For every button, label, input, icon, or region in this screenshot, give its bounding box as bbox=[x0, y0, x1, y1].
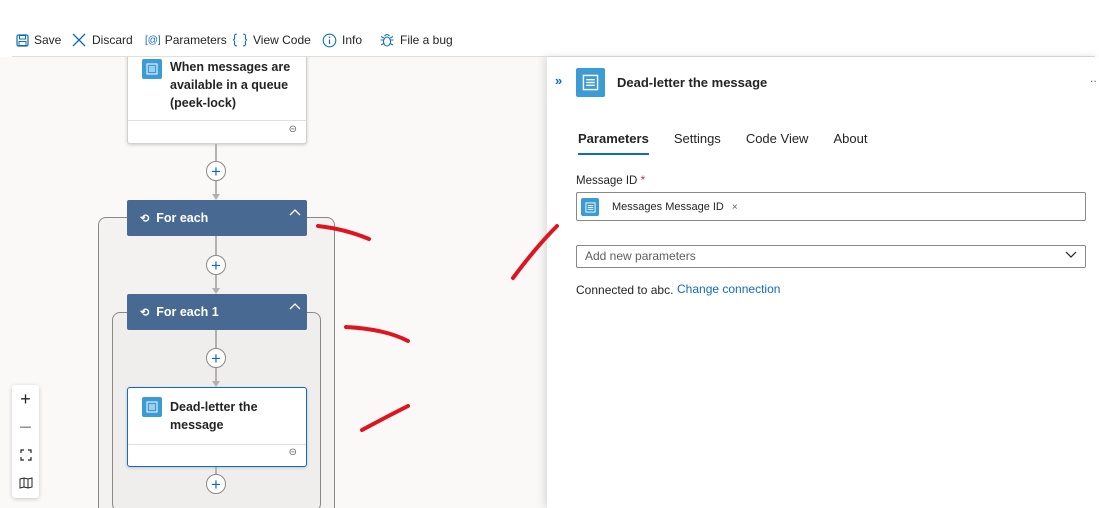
minimap-button[interactable] bbox=[12, 469, 39, 497]
foreach1-title: For each 1 bbox=[156, 305, 219, 319]
service-bus-icon bbox=[576, 68, 605, 97]
message-id-label: Message ID * bbox=[576, 175, 645, 187]
zoom-out-button[interactable]: — bbox=[12, 413, 39, 441]
connection-link-icon: ⊝ bbox=[288, 447, 297, 458]
fit-view-button[interactable] bbox=[12, 441, 39, 469]
service-bus-icon bbox=[142, 397, 162, 417]
tab-code-view[interactable]: Code View bbox=[746, 131, 809, 155]
chevron-up-icon[interactable] bbox=[289, 208, 301, 216]
add-step-button[interactable]: + bbox=[206, 348, 226, 368]
fit-view-icon bbox=[19, 449, 32, 461]
dynamic-content-token[interactable]: Messages Message ID × bbox=[581, 197, 738, 217]
card-divider bbox=[128, 444, 306, 445]
remove-token-icon[interactable]: × bbox=[732, 202, 738, 213]
discard-button[interactable]: Discard bbox=[71, 30, 133, 50]
view-code-button[interactable]: View Code bbox=[232, 30, 311, 50]
connection-status: Connected to abc. bbox=[576, 283, 674, 297]
bug-icon bbox=[380, 34, 394, 47]
message-id-input[interactable]: Messages Message ID × bbox=[576, 192, 1086, 221]
add-parameters-placeholder: Add new parameters bbox=[585, 249, 696, 263]
tab-about[interactable]: About bbox=[833, 131, 867, 155]
action-details-panel: » Dead-letter the message .. Parameters … bbox=[547, 57, 1099, 508]
tab-parameters[interactable]: Parameters bbox=[578, 131, 649, 155]
parameters-button[interactable]: [@] Parameters bbox=[145, 30, 227, 50]
plus-icon: + bbox=[211, 255, 221, 275]
service-bus-icon bbox=[142, 59, 162, 79]
panel-title: Dead-letter the message bbox=[617, 75, 768, 90]
panel-tabs: Parameters Settings Code View About bbox=[578, 131, 892, 155]
chevron-up-icon[interactable] bbox=[289, 302, 301, 310]
trigger-title: When messages are available in a queue (… bbox=[170, 60, 291, 110]
close-icon bbox=[72, 33, 86, 47]
deadletter-card[interactable]: Dead-letter the message ⊝ bbox=[127, 387, 307, 467]
change-connection-link[interactable]: Change connection bbox=[677, 282, 780, 296]
foreach1-header[interactable]: ⟲ For each 1 bbox=[127, 294, 307, 330]
connection-link-icon: ⊝ bbox=[288, 124, 297, 135]
save-label: Save bbox=[34, 33, 62, 47]
info-label: Info bbox=[342, 33, 363, 47]
info-button[interactable]: Info bbox=[322, 30, 362, 50]
save-icon bbox=[16, 33, 29, 47]
view-code-label: View Code bbox=[253, 33, 311, 47]
foreach-title: For each bbox=[156, 211, 209, 225]
zoom-out-icon: — bbox=[20, 421, 31, 433]
chevron-down-icon bbox=[1065, 251, 1077, 258]
zoom-in-icon: + bbox=[20, 388, 31, 409]
save-button[interactable]: Save bbox=[16, 30, 61, 50]
zoom-controls: + — bbox=[12, 385, 39, 498]
loop-icon: ⟲ bbox=[140, 306, 150, 319]
more-options-icon[interactable]: .. bbox=[1090, 71, 1097, 85]
deadletter-title: Dead-letter the message bbox=[170, 400, 258, 432]
add-parameters-dropdown[interactable]: Add new parameters bbox=[576, 245, 1086, 268]
parameters-icon: [@] bbox=[145, 34, 161, 46]
info-icon bbox=[322, 33, 337, 47]
plus-icon: + bbox=[211, 474, 221, 494]
zoom-in-button[interactable]: + bbox=[12, 385, 39, 413]
add-step-button[interactable]: + bbox=[206, 161, 226, 181]
file-bug-button[interactable]: File a bug bbox=[379, 30, 453, 50]
designer-canvas[interactable]: When messages are available in a queue (… bbox=[0, 57, 547, 508]
tab-settings[interactable]: Settings bbox=[674, 131, 721, 155]
map-icon bbox=[19, 477, 32, 489]
required-marker: * bbox=[640, 175, 646, 187]
collapse-panel-icon[interactable]: » bbox=[555, 73, 562, 88]
token-label: Messages Message ID bbox=[612, 201, 724, 213]
message-id-label-text: Message ID bbox=[576, 175, 638, 187]
add-step-button[interactable]: + bbox=[206, 474, 226, 494]
file-bug-label: File a bug bbox=[400, 33, 453, 47]
parameters-label: Parameters bbox=[164, 33, 227, 47]
braces-icon bbox=[232, 33, 248, 47]
plus-icon: + bbox=[211, 161, 221, 181]
discard-label: Discard bbox=[92, 33, 133, 47]
add-step-button[interactable]: + bbox=[206, 255, 226, 275]
service-bus-icon bbox=[581, 198, 599, 216]
designer-toolbar: Save Discard [@] Parameters View Code In… bbox=[0, 0, 1099, 57]
plus-icon: + bbox=[211, 348, 221, 368]
trigger-card[interactable]: When messages are available in a queue (… bbox=[127, 57, 307, 144]
foreach-header[interactable]: ⟲ For each bbox=[127, 200, 307, 236]
card-divider bbox=[128, 120, 306, 121]
loop-icon: ⟲ bbox=[140, 212, 150, 225]
